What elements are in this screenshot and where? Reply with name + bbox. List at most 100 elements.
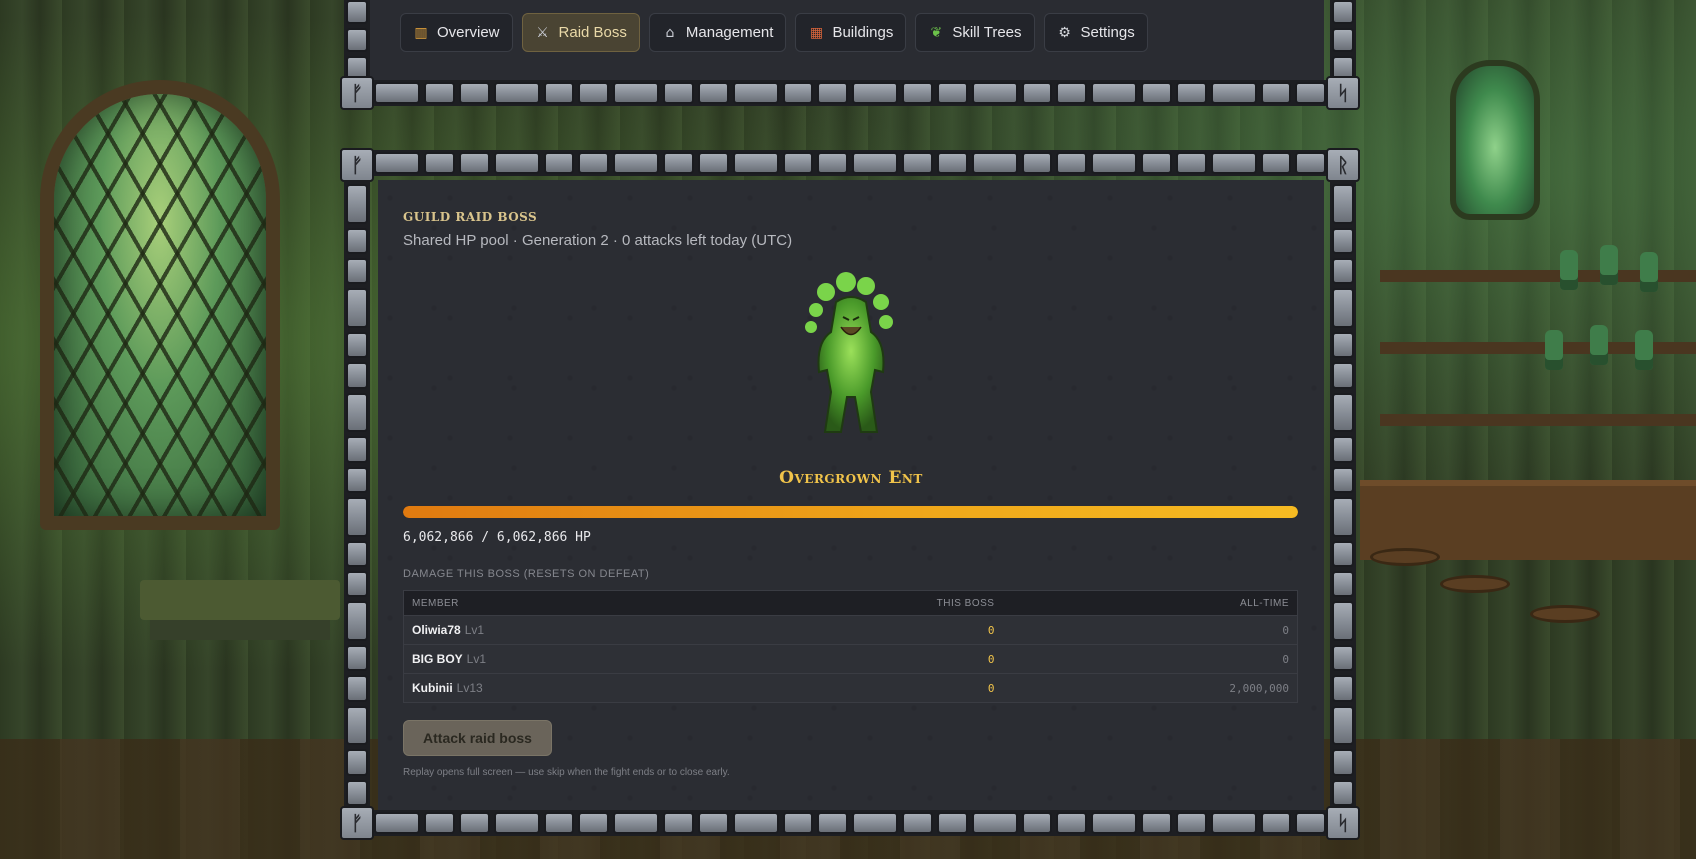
stained-glass-window — [40, 80, 280, 530]
frame-stone — [1295, 152, 1326, 174]
attack-raid-boss-button[interactable]: Attack raid boss — [403, 720, 552, 756]
frame-stone — [782, 812, 814, 834]
ent-body — [817, 296, 885, 433]
frame-stone — [346, 601, 368, 642]
main-nav: ▥ Overview ⚔ Raid Boss ⌂ Management ▦ Bu… — [400, 13, 1148, 52]
frame-stone — [1021, 152, 1053, 174]
column-header-this-boss: This Boss — [805, 590, 1003, 616]
panel-frame-right — [1330, 180, 1356, 810]
member-level: Lv13 — [456, 681, 483, 695]
tab-overview[interactable]: ▥ Overview — [400, 13, 513, 52]
frame-stone — [346, 332, 368, 359]
panel-frame-left — [344, 180, 370, 810]
frame-stone — [1332, 601, 1354, 642]
panel-frame-bottom: ᚠ ᛋ — [340, 806, 1360, 840]
frame-stone — [1260, 812, 1292, 834]
rune-corner-icon: ᛋ — [1326, 76, 1360, 110]
frame-stone — [1332, 496, 1354, 537]
this-boss-damage: 0 — [805, 644, 1003, 674]
frame-stone — [543, 812, 575, 834]
table-header-row: Member This Boss All-Time — [403, 590, 1298, 616]
bar-stool — [1530, 605, 1600, 623]
frame-stone — [1295, 812, 1326, 834]
frame-stone — [346, 675, 368, 702]
frame-stone — [1332, 466, 1354, 493]
herb-icon: ❦ — [930, 24, 943, 41]
frame-stone — [1175, 82, 1207, 104]
hanging-lantern — [1450, 60, 1540, 220]
boss-name: Overgrown Ent — [779, 468, 923, 488]
potion-bottle — [1560, 250, 1578, 290]
member-level: Lv1 — [466, 652, 487, 666]
potion-bottle — [1600, 245, 1618, 285]
frame-stone — [1295, 82, 1326, 104]
boss-hp-text: 6,062,866 / 6,062,866 HP — [403, 530, 591, 545]
rune-corner-icon: ᚠ — [340, 806, 374, 840]
frame-stone — [852, 152, 899, 174]
frame-stone — [782, 82, 814, 104]
rune-corner-icon: ᚱ — [1326, 148, 1360, 182]
nav-frame-bottom: ᚠ ᛋ — [340, 76, 1360, 110]
frame-stone — [346, 645, 368, 672]
frame-stone — [782, 152, 814, 174]
frame-stone — [458, 82, 490, 104]
building-icon: ▦ — [809, 24, 824, 41]
tab-raid-boss[interactable]: ⚔ Raid Boss — [521, 13, 640, 52]
frame-stone — [1332, 288, 1354, 329]
tab-management[interactable]: ⌂ Management — [648, 13, 787, 52]
frame-stone — [1141, 82, 1172, 104]
tab-label: Settings — [1080, 24, 1135, 41]
frame-stone — [346, 362, 368, 389]
frame-stone — [1091, 82, 1138, 104]
frame-stone — [613, 82, 660, 104]
member-name: BIG BOY — [412, 652, 463, 666]
frame-stone — [1021, 812, 1053, 834]
frame-stone — [971, 152, 1018, 174]
all-time-damage: 0 — [1002, 615, 1298, 645]
frame-stone — [613, 812, 660, 834]
frame-stone — [1332, 436, 1354, 463]
bar-stool — [1370, 548, 1440, 566]
frame-stone — [663, 82, 694, 104]
frame-stone — [346, 392, 368, 433]
boss-portrait — [805, 272, 893, 433]
frame-stone — [902, 152, 933, 174]
frame-stone — [578, 82, 609, 104]
gear-icon: ⚙ — [1058, 24, 1071, 41]
frame-stone — [1332, 779, 1354, 806]
frame-stone — [936, 152, 968, 174]
frame-stone — [374, 152, 421, 174]
frame-stone — [1332, 362, 1354, 389]
rune-corner-icon: ᛋ — [1326, 806, 1360, 840]
crossed-swords-icon: ⚔ — [536, 24, 549, 41]
tab-label: Overview — [437, 24, 500, 41]
tab-settings[interactable]: ⚙ Settings — [1043, 13, 1148, 52]
frame-stone — [971, 82, 1018, 104]
frame-stone — [1056, 82, 1087, 104]
panel-frame-top: ᚠ ᚱ — [340, 148, 1360, 182]
frame-stone — [493, 152, 540, 174]
frame-stone — [1175, 152, 1207, 174]
frame-stone — [1260, 82, 1292, 104]
frame-stone — [971, 812, 1018, 834]
all-time-damage: 0 — [1002, 644, 1298, 674]
frame-stone — [346, 466, 368, 493]
section-eyebrow: Guild Raid Boss — [403, 210, 538, 224]
tab-skill-trees[interactable]: ❦ Skill Trees — [915, 13, 1035, 52]
frame-stone — [458, 812, 490, 834]
tab-buildings[interactable]: ▦ Buildings — [795, 13, 907, 52]
frame-stone — [346, 779, 368, 806]
frame-stone — [697, 812, 729, 834]
frame-stone — [613, 152, 660, 174]
raid-subtitle: Shared HP pool · Generation 2 · 0 attack… — [403, 232, 793, 249]
frame-stone — [493, 812, 540, 834]
frame-stone — [1332, 392, 1354, 433]
replay-hint: Replay opens full screen — use skip when… — [403, 767, 730, 778]
frame-stone — [374, 82, 421, 104]
member-level: Lv1 — [464, 623, 485, 637]
damage-section-label: Damage this boss (resets on defeat) — [403, 568, 650, 580]
frame-stone — [817, 152, 848, 174]
member-name: Oliwia78 — [412, 623, 461, 637]
frame-stone — [578, 812, 609, 834]
column-header-member: Member — [403, 590, 806, 616]
